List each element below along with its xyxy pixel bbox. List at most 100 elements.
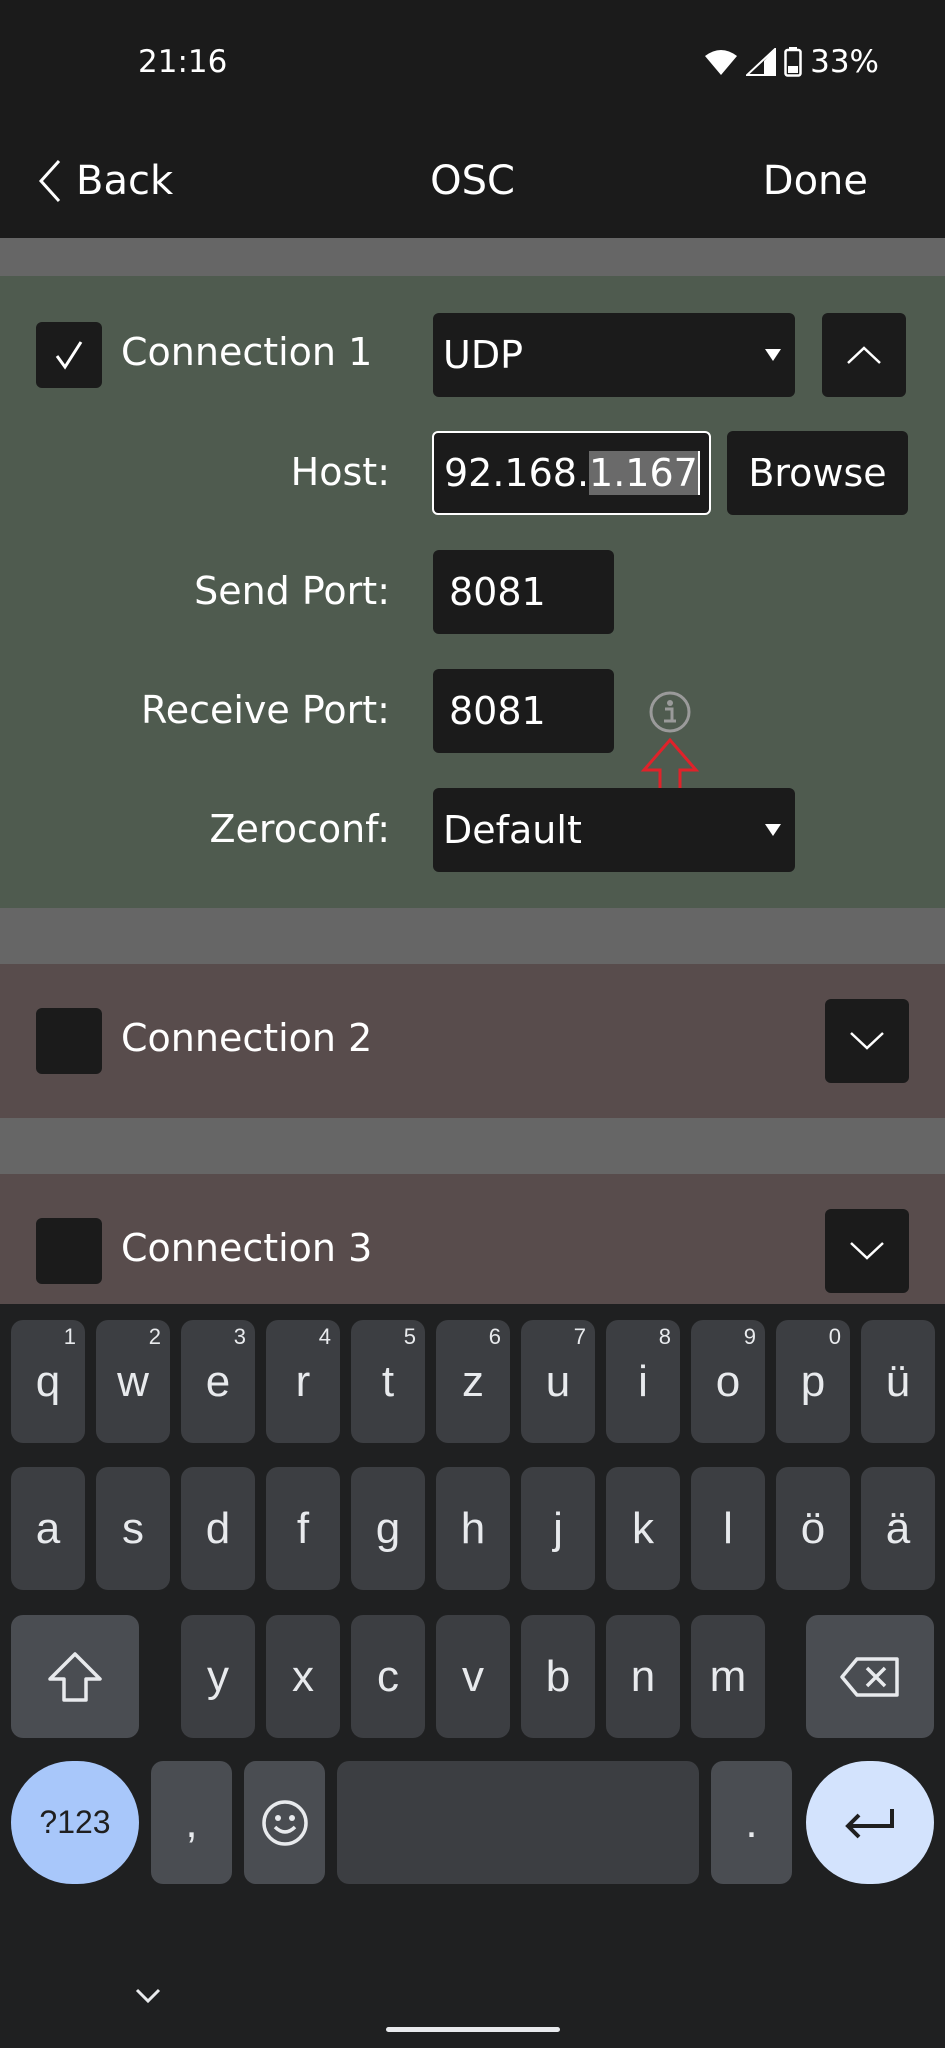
key-q[interactable]: q1: [11, 1320, 85, 1443]
key-label: k: [632, 1503, 654, 1553]
key-k[interactable]: k: [606, 1467, 680, 1590]
key-label: t: [381, 1356, 395, 1406]
home-indicator[interactable]: [386, 2027, 560, 2032]
key-hint: 6: [488, 1324, 501, 1349]
connection-2-label: Connection 2: [121, 1016, 373, 1060]
connection-2-panel: Connection 2: [0, 964, 945, 1118]
key-hint: 0: [828, 1324, 841, 1349]
key-x[interactable]: x: [266, 1615, 340, 1738]
backspace-key[interactable]: [806, 1615, 934, 1738]
shift-icon: [48, 1651, 102, 1702]
section-gap: [0, 908, 945, 964]
send-port-input[interactable]: 8081: [433, 550, 614, 634]
key-c[interactable]: c: [351, 1615, 425, 1738]
key-d[interactable]: d: [181, 1467, 255, 1590]
key-hint: 4: [318, 1324, 331, 1349]
key-label: y: [207, 1651, 229, 1701]
key-h[interactable]: h: [436, 1467, 510, 1590]
connection-3-checkbox[interactable]: [36, 1218, 102, 1284]
key-hint: 5: [403, 1324, 416, 1349]
connection-2-checkbox[interactable]: [36, 1008, 102, 1074]
expand-button[interactable]: [825, 1209, 909, 1293]
zeroconf-value: Default: [443, 808, 582, 852]
section-gap: [0, 1118, 945, 1174]
key-label: d: [205, 1503, 231, 1553]
key-label: f: [296, 1503, 310, 1553]
key-hint: 8: [658, 1324, 671, 1349]
symbols-key[interactable]: ?123: [11, 1761, 139, 1884]
connection-3-panel: Connection 3: [0, 1174, 945, 1304]
chevron-down-icon: [850, 1032, 884, 1050]
battery-icon: [784, 47, 802, 77]
browse-button[interactable]: Browse: [727, 431, 908, 515]
chevron-up-icon: [847, 346, 881, 364]
space-key[interactable]: [337, 1761, 699, 1884]
protocol-value: UDP: [443, 333, 523, 377]
backspace-icon: [840, 1656, 899, 1697]
connection-1-panel: Connection 1 UDP Host: 92.168. 1.167 Brow…: [0, 276, 945, 908]
collapse-button[interactable]: [822, 313, 906, 397]
key-f[interactable]: f: [266, 1467, 340, 1590]
period-key[interactable]: .: [711, 1761, 792, 1884]
connection-3-label: Connection 3: [121, 1226, 373, 1270]
key-hint: 2: [148, 1324, 161, 1349]
key-r[interactable]: r4: [266, 1320, 340, 1443]
key-label: u: [545, 1356, 571, 1406]
enter-key[interactable]: [806, 1761, 934, 1884]
key-hint: 1: [63, 1324, 76, 1349]
key-z[interactable]: z6: [436, 1320, 510, 1443]
host-input[interactable]: 92.168. 1.167: [432, 431, 711, 515]
key-a[interactable]: a: [11, 1467, 85, 1590]
host-text-selection: 1.167: [589, 451, 698, 495]
key-label: s: [122, 1503, 144, 1553]
key-m[interactable]: m: [691, 1615, 765, 1738]
shift-key[interactable]: [11, 1615, 139, 1738]
section-gap: [0, 238, 945, 276]
key-hint: 9: [743, 1324, 756, 1349]
key-label: n: [630, 1651, 656, 1701]
key-label: x: [292, 1651, 314, 1701]
emoji-key[interactable]: [244, 1761, 325, 1884]
key-label: b: [545, 1651, 571, 1701]
key-b[interactable]: b: [521, 1615, 595, 1738]
key-label: i: [638, 1356, 648, 1406]
hide-keyboard-icon[interactable]: [135, 1988, 161, 2004]
wifi-icon: [705, 50, 738, 75]
status-icons: 33%: [704, 44, 879, 80]
done-button[interactable]: Done: [763, 158, 868, 204]
key-n[interactable]: n: [606, 1615, 680, 1738]
key-ö[interactable]: ö: [776, 1467, 850, 1590]
expand-button[interactable]: [825, 999, 909, 1083]
chevron-down-icon: [850, 1242, 884, 1260]
key-y[interactable]: y: [181, 1615, 255, 1738]
key-v[interactable]: v: [436, 1615, 510, 1738]
key-l[interactable]: l: [691, 1467, 765, 1590]
key-s[interactable]: s: [96, 1467, 170, 1590]
key-label: ä: [885, 1503, 911, 1553]
key-w[interactable]: w2: [96, 1320, 170, 1443]
key-o[interactable]: o9: [691, 1320, 765, 1443]
key-ü[interactable]: ü: [861, 1320, 935, 1443]
key-u[interactable]: u7: [521, 1320, 595, 1443]
key-label: g: [375, 1503, 401, 1553]
info-icon[interactable]: [648, 690, 692, 734]
key-g[interactable]: g: [351, 1467, 425, 1590]
checkmark-icon: [55, 341, 83, 370]
key-label: l: [723, 1503, 733, 1553]
key-label: v: [462, 1651, 484, 1701]
key-p[interactable]: p0: [776, 1320, 850, 1443]
back-button[interactable]: Back: [38, 158, 173, 204]
key-ä[interactable]: ä: [861, 1467, 935, 1590]
key-label: ü: [885, 1356, 911, 1406]
key-e[interactable]: e3: [181, 1320, 255, 1443]
zeroconf-select[interactable]: Default: [433, 788, 795, 872]
key-t[interactable]: t5: [351, 1320, 425, 1443]
comma-key[interactable]: ,: [151, 1761, 232, 1884]
receive-port-input[interactable]: 8081: [433, 669, 614, 753]
key-label: r: [295, 1356, 311, 1406]
connection-1-checkbox[interactable]: [36, 322, 102, 388]
key-i[interactable]: i8: [606, 1320, 680, 1443]
key-label: w: [117, 1356, 149, 1406]
protocol-select[interactable]: UDP: [433, 313, 795, 397]
key-j[interactable]: j: [521, 1467, 595, 1590]
